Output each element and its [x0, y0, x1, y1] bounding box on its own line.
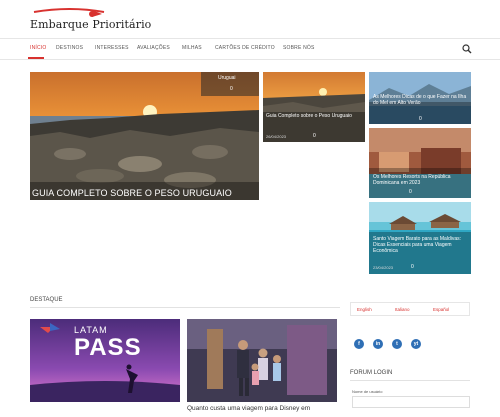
forum-login-heading: Forum Login [350, 370, 393, 376]
language-switcher: English Italiano Español [350, 302, 470, 316]
nav-item-milhas[interactable]: Milhas [182, 45, 202, 51]
side-card-comments: 0 [313, 133, 316, 139]
main-nav: Início Destinos Interesses Avaliações Mi… [0, 38, 500, 60]
nav-item-sobre[interactable]: Sobre nós [283, 45, 315, 51]
username-input[interactable] [352, 396, 470, 408]
disney-card[interactable] [187, 319, 337, 402]
facebook-icon[interactable]: f [354, 339, 364, 349]
right-card-3[interactable]: Santo Viagem Barato para as Maldivas: Di… [369, 202, 471, 274]
site-header: Embarque Prioritário [0, 0, 500, 38]
featured-side-card[interactable]: Guia Completo sobre o Peso Uruguaio 26/0… [263, 72, 365, 142]
right-card-3-date: 23/04/2023 [373, 265, 394, 270]
right-card-2[interactable]: Os Melhores Resorts na República Dominic… [369, 128, 471, 198]
nav-item-inicio[interactable]: Início [30, 45, 46, 51]
lang-english[interactable]: English [357, 307, 372, 312]
right-card-3-comments: 0 [411, 264, 414, 270]
username-label: Nome de usuário [352, 389, 383, 394]
right-card-1[interactable]: As Melhores Dicas de o que Fazer na Ilha… [369, 72, 471, 124]
nav-item-avaliacoes[interactable]: Avaliações [137, 45, 170, 51]
logo-text[interactable]: Embarque Prioritário [30, 18, 151, 31]
latam-pass-card[interactable]: LATAM PASS [30, 319, 180, 402]
featured-main-card[interactable]: Uruguai 0 GUIA COMPLETO SOBRE O PESO URU… [30, 72, 259, 200]
comment-count: 0 [230, 86, 233, 92]
nav-item-cartoes[interactable]: Cartões de Crédito [215, 45, 275, 51]
linkedin-icon[interactable]: in [373, 339, 383, 349]
nav-item-destinos[interactable]: Destinos [56, 45, 83, 51]
sunset-beach-image [263, 72, 365, 142]
latam-pass-text: PASS [74, 334, 142, 361]
side-card-title[interactable]: Guia Completo sobre o Peso Uruguaio [266, 113, 364, 119]
featured-main-title[interactable]: GUIA COMPLETO SOBRE O PESO URUGUAIO [32, 188, 232, 198]
youtube-icon[interactable]: yt [411, 339, 421, 349]
right-card-1-comments: 0 [419, 116, 422, 122]
resort-pool-image [369, 128, 471, 198]
right-card-2-title[interactable]: Os Melhores Resorts na República Dominic… [373, 174, 469, 186]
search-icon[interactable] [462, 44, 472, 54]
section-divider [30, 307, 340, 308]
side-card-date: 26/04/2023 [266, 134, 287, 139]
destaque-heading: Destaque [30, 297, 63, 303]
disney-card-title[interactable]: Quanto custa uma viagem para Disney em [187, 405, 310, 412]
right-card-1-title[interactable]: As Melhores Dicas de o que Fazer na Ilha… [373, 94, 469, 106]
forum-divider [350, 380, 470, 381]
disney-family-image [187, 319, 337, 402]
lang-italiano[interactable]: Italiano [395, 307, 410, 312]
right-card-3-title[interactable]: Santo Viagem Barato para as Maldivas: Di… [373, 236, 469, 254]
twitter-icon[interactable]: t [392, 339, 402, 349]
right-card-2-comments: 0 [409, 189, 412, 195]
category-tag[interactable]: Uruguai [218, 75, 236, 81]
nav-item-interesses[interactable]: Interesses [95, 45, 129, 51]
lang-espanol[interactable]: Español [433, 307, 449, 312]
nav-active-indicator [28, 57, 44, 59]
